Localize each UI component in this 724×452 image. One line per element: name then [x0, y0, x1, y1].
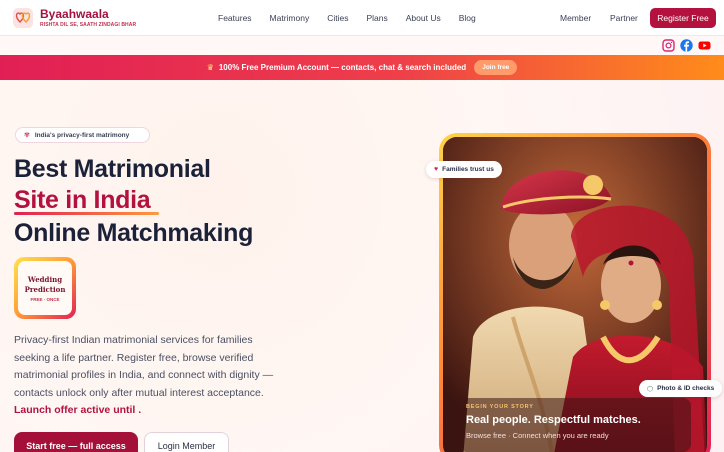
start-free-button[interactable]: Start free — full access — [14, 432, 138, 452]
shield-icon: ⬡ — [647, 385, 654, 393]
badge-line-1: Wedding — [27, 274, 63, 284]
nav-link-cities[interactable]: Cities — [327, 13, 348, 23]
story-caption: BEGIN YOUR STORY Real people. Respectful… — [459, 398, 691, 452]
sparkle-icon: ✾ — [24, 132, 30, 139]
nav-link-about-us[interactable]: About Us — [406, 13, 441, 23]
story-subtitle: Browse free · Connect when you are ready — [466, 431, 609, 440]
nav-link-features[interactable]: Features — [218, 13, 252, 23]
brand-name[interactable]: Byaahwaala — [40, 7, 109, 21]
wedding-prediction-badge[interactable]: Wedding Prediction FREE · ONCE — [14, 257, 76, 319]
heart-icon: ♥ — [434, 166, 439, 173]
promo-text: 100% Free Premium Account — contacts, ch… — [218, 63, 467, 72]
brand-tagline: RISHTA DIL SE, SAATH ZINDAGI BHAR — [40, 22, 137, 28]
story-title: Real people. Respectful matches. — [466, 414, 641, 426]
crown-icon: ♛ — [206, 63, 214, 72]
title-underline — [14, 212, 159, 215]
promo-banner: ♛ 100% Free Premium Account — contacts, … — [0, 55, 724, 80]
partner-link[interactable]: Partner — [610, 13, 638, 23]
families-trust-pill: ♥ Families trust us — [426, 161, 502, 178]
member-link[interactable]: Member — [560, 13, 591, 23]
families-trust-label: Families trust us — [442, 166, 494, 173]
logo-icon[interactable] — [13, 8, 33, 28]
badge-sub: FREE · ONCE — [30, 296, 60, 302]
nav-link-blog[interactable]: Blog — [459, 13, 476, 23]
nav-link-matrimony[interactable]: Matrimony — [270, 13, 310, 23]
hero-title-line-2: Site in India — [14, 186, 151, 214]
hero-description-text: Privacy-first Indian matrimonial service… — [14, 334, 274, 399]
story-kicker: BEGIN YOUR STORY — [466, 404, 534, 410]
register-free-button[interactable]: Register Free — [650, 8, 716, 28]
facebook-icon[interactable] — [680, 39, 693, 52]
nav-link-plans[interactable]: Plans — [367, 13, 388, 23]
hero-description: Privacy-first Indian matrimonial service… — [14, 332, 282, 420]
top-nav: Byaahwaala RISHTA DIL SE, SAATH ZINDAGI … — [0, 0, 724, 36]
join-free-button[interactable]: Join free — [474, 60, 518, 75]
launch-offer-text: Launch offer active until . — [14, 404, 142, 416]
photo-id-checks-pill: ⬡ Photo & ID checks — [639, 380, 723, 397]
badge-line-2: Prediction — [24, 284, 66, 294]
privacy-pill: ✾ India's privacy-first matrimony — [15, 127, 150, 143]
nav-links: Features Matrimony Cities Plans About Us… — [218, 0, 494, 36]
login-member-button[interactable]: Login Member — [144, 432, 229, 452]
hero-title-line-1: Best Matrimonial — [14, 155, 211, 183]
youtube-icon[interactable] — [698, 39, 711, 52]
instagram-icon[interactable] — [662, 39, 675, 52]
privacy-pill-label: India's privacy-first matrimony — [34, 131, 130, 139]
hero-title-line-3: Online Matchmaking — [14, 219, 254, 247]
photo-id-checks-label: Photo & ID checks — [657, 385, 715, 392]
